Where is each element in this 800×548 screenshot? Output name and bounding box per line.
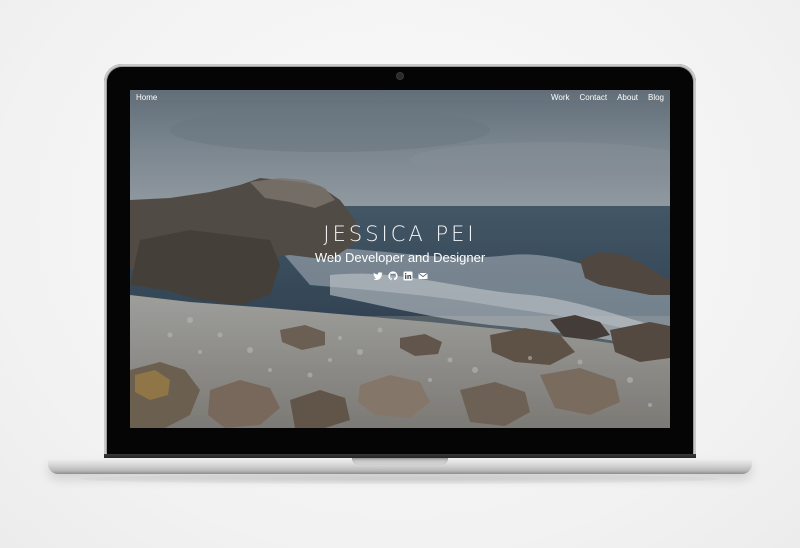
twitter-icon[interactable] [372,271,383,281]
linkedin-icon[interactable] [403,271,413,281]
hero-name: JESSICA PEI [323,222,477,246]
nav-contact-link[interactable]: Contact [580,93,608,102]
webcam [397,73,403,79]
nav-home-link[interactable]: Home [136,93,157,102]
nav-blog-link[interactable]: Blog [648,93,664,102]
site-nav: Home Work Contact About Blog [130,90,670,106]
nav-about-link[interactable]: About [617,93,638,102]
laptop-shadow [80,474,720,484]
hero-role: Web Developer and Designer [314,250,486,265]
laptop-screen: Home Work Contact About Blog JESSICA PEI… [130,90,670,428]
laptop-thumb-notch [352,458,448,465]
nav-work-link[interactable]: Work [551,93,570,102]
hero: JESSICA PEI Web Developer and Designer [130,222,670,281]
nav-links: Work Contact About Blog [551,93,664,102]
github-icon[interactable] [387,271,398,281]
email-icon[interactable] [417,271,428,281]
social-links [130,271,670,281]
mockup-stage: Home Work Contact About Blog JESSICA PEI… [0,0,800,548]
